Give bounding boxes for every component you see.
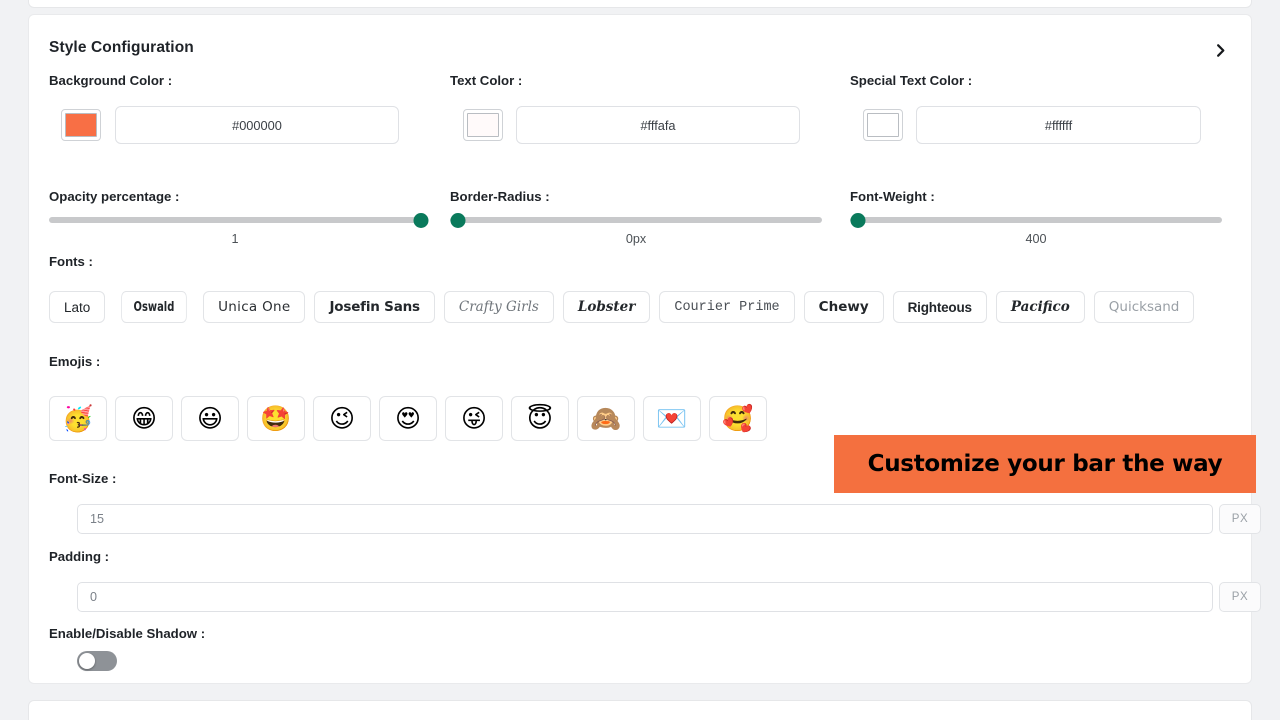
padding-label: Padding : <box>49 549 110 564</box>
bar-preview-text: Customize your bar the way <box>867 451 1223 477</box>
font-weight-slider-track <box>850 217 1222 223</box>
font-option-quicksand[interactable]: Quicksand <box>1093 291 1195 323</box>
text-color-swatch-fill <box>467 113 499 137</box>
emoji-glyph: 😃 <box>196 404 224 433</box>
special-text-color-value: #ffffff <box>1044 117 1073 133</box>
font-option-unica-one[interactable]: Unica One <box>203 291 306 323</box>
partying-face-emoji[interactable]: 🥳 <box>49 396 107 441</box>
opacity-label: Opacity percentage : <box>49 189 180 204</box>
font-option-crafty-girls[interactable]: Crafty Girls <box>443 291 554 323</box>
border-radius-slider-thumb[interactable] <box>450 213 466 228</box>
style-configuration-card: Style Configuration Background Color : #… <box>28 14 1261 684</box>
smiling-face-hearts-emoji[interactable]: 🥰 <box>709 396 767 441</box>
font-size-unit-label: PX <box>1231 513 1249 525</box>
font-weight-value: 400 <box>1025 232 1047 246</box>
background-color-label: Background Color : <box>49 73 173 88</box>
beaming-face-emoji[interactable]: 😁 <box>115 396 173 441</box>
special-text-color-label: Special Text Color : <box>850 73 973 88</box>
emoji-glyph: 🤩 <box>260 404 292 433</box>
fonts-label: Fonts : <box>49 254 93 269</box>
padding-unit-label: PX <box>1231 591 1249 603</box>
font-option-label: Pacifico <box>1010 299 1070 315</box>
winking-face-emoji[interactable]: 😉 <box>313 396 371 441</box>
font-weight-label: Font-Weight : <box>850 189 935 204</box>
emojis-label: Emojis : <box>49 354 101 369</box>
text-color-label: Text Color : <box>450 73 523 88</box>
shadow-toggle[interactable] <box>77 651 117 671</box>
special-text-color-swatch-fill <box>867 113 899 137</box>
border-radius-value: 0px <box>625 232 647 246</box>
font-option-label: Oswald <box>133 299 175 315</box>
love-letter-emoji[interactable]: 💌 <box>643 396 701 441</box>
background-color-swatch[interactable] <box>61 109 101 141</box>
emoji-glyph: 😜 <box>460 404 488 433</box>
special-text-color-input[interactable]: #ffffff <box>916 106 1201 144</box>
font-option-righteous[interactable]: Righteous <box>892 291 987 323</box>
border-radius-slider[interactable] <box>450 211 822 229</box>
card-above-stub <box>28 0 1252 8</box>
font-option-oswald[interactable]: Oswald <box>121 291 187 323</box>
panel-title: Style Configuration <box>49 39 194 56</box>
grinning-face-big-eyes-emoji[interactable]: 😃 <box>181 396 239 441</box>
emoji-glyph: 🙈 <box>590 404 622 433</box>
font-option-chewy[interactable]: Chewy <box>803 291 884 323</box>
fonts-list: Lato Oswald Unica One Josefin Sans Craft… <box>49 291 1195 323</box>
card-below-stub <box>28 700 1252 720</box>
heart-eyes-emoji[interactable]: 😍 <box>379 396 437 441</box>
font-option-pacifico[interactable]: Pacifico <box>995 291 1085 323</box>
padding-unit: PX <box>1219 582 1261 612</box>
background-color-swatch-fill <box>65 113 97 137</box>
font-option-label: Unica One <box>218 299 291 315</box>
emoji-glyph: 😇 <box>526 404 554 433</box>
halo-face-emoji[interactable]: 😇 <box>511 396 569 441</box>
opacity-slider-thumb[interactable] <box>413 213 429 228</box>
font-weight-slider-thumb[interactable] <box>850 213 866 228</box>
emoji-glyph: 😁 <box>130 404 158 433</box>
font-option-lato[interactable]: Lato <box>49 291 106 323</box>
font-size-unit: PX <box>1219 504 1261 534</box>
font-option-label: Chewy <box>818 299 869 315</box>
see-no-evil-monkey-emoji[interactable]: 🙈 <box>577 396 635 441</box>
emoji-glyph: 🥰 <box>722 404 754 433</box>
emoji-glyph: 🥳 <box>62 404 94 433</box>
text-color-input[interactable]: #fffafa <box>516 106 800 144</box>
emoji-glyph: 😉 <box>328 404 356 433</box>
emoji-glyph: 💌 <box>656 404 688 433</box>
shadow-toggle-label: Enable/Disable Shadow : <box>49 626 206 641</box>
font-option-label: Josefin Sans <box>329 299 420 315</box>
font-option-josefin-sans[interactable]: Josefin Sans <box>314 291 435 323</box>
font-option-label: Quicksand <box>1108 299 1180 315</box>
emojis-list: 🥳 😁 😃 🤩 😉 😍 😜 😇 🙈 💌 🥰 <box>49 396 767 441</box>
star-struck-emoji[interactable]: 🤩 <box>247 396 305 441</box>
font-weight-slider[interactable] <box>850 211 1222 229</box>
font-size-input[interactable]: 15 <box>77 504 1213 534</box>
font-size-value: 15 <box>90 512 105 526</box>
font-option-label: Righteous <box>907 299 972 315</box>
font-option-lobster[interactable]: Lobster <box>562 291 651 323</box>
padding-input[interactable]: 0 <box>77 582 1213 612</box>
winking-face-tongue-emoji[interactable]: 😜 <box>445 396 503 441</box>
emoji-glyph: 😍 <box>394 404 422 433</box>
font-option-label: Courier Prime <box>674 299 780 315</box>
font-size-label: Font-Size : <box>49 471 117 486</box>
background-color-value: #000000 <box>232 117 282 133</box>
font-option-label: Lato <box>64 299 91 315</box>
padding-value: 0 <box>90 590 98 604</box>
page-root: Style Configuration Background Color : #… <box>0 0 1280 720</box>
border-radius-slider-track <box>450 217 822 223</box>
chevron-right-icon[interactable] <box>1207 37 1233 63</box>
text-color-value: #fffafa <box>640 117 676 133</box>
font-option-label: Lobster <box>577 299 636 315</box>
opacity-slider[interactable] <box>49 211 429 229</box>
font-option-courier-prime[interactable]: Courier Prime <box>659 291 795 323</box>
font-option-label: Crafty Girls <box>458 299 539 315</box>
special-text-color-swatch[interactable] <box>863 109 903 141</box>
opacity-value: 1 <box>231 232 239 246</box>
text-color-swatch[interactable] <box>463 109 503 141</box>
border-radius-label: Border-Radius : <box>450 189 550 204</box>
background-color-input[interactable]: #000000 <box>115 106 399 144</box>
shadow-toggle-knob <box>79 653 95 669</box>
opacity-slider-track <box>49 217 421 223</box>
bar-preview: Customize your bar the way <box>834 435 1256 493</box>
